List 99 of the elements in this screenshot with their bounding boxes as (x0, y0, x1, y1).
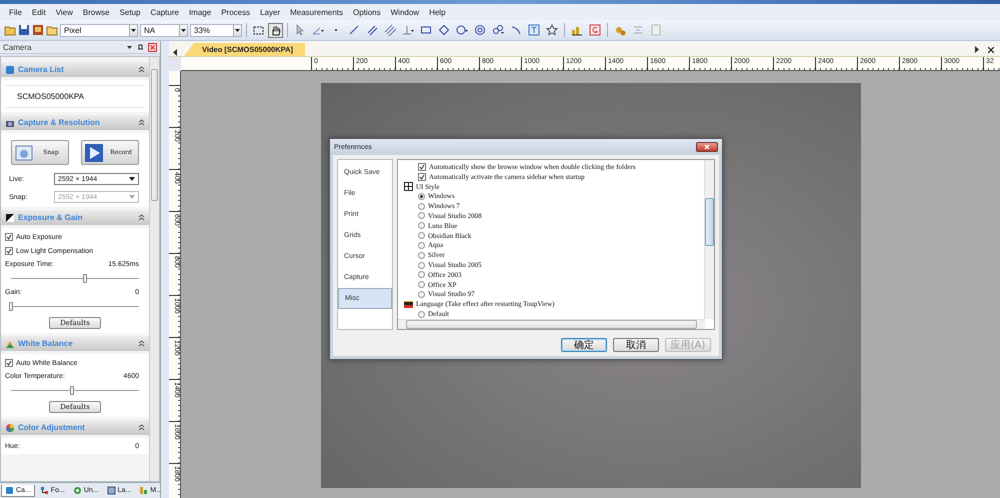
layers-icon (106, 486, 116, 495)
radio-button[interactable] (418, 271, 425, 278)
chart-icon[interactable] (571, 24, 583, 36)
panel-title: Camera (3, 42, 32, 52)
mountain-icon (5, 338, 15, 348)
perpendicular-icon[interactable] (402, 24, 414, 36)
slider[interactable] (11, 386, 139, 395)
radio-button[interactable] (418, 290, 425, 298)
g-icon[interactable] (589, 24, 601, 36)
star-icon[interactable] (546, 24, 558, 36)
line-icon[interactable] (348, 24, 360, 36)
check-icon (6, 234, 12, 240)
circle-icon[interactable] (456, 24, 468, 36)
radio-button[interactable] (418, 202, 425, 210)
radio-button[interactable] (418, 192, 425, 200)
tool-button[interactable] (268, 22, 283, 38)
slider-thumb[interactable] (70, 386, 74, 395)
slider[interactable] (11, 302, 139, 311)
grid-icon (404, 182, 413, 192)
slider[interactable] (11, 274, 139, 283)
polygon-icon[interactable] (438, 24, 450, 36)
concentric-circles-icon[interactable] (474, 24, 486, 36)
menu-item[interactable]: View (50, 8, 78, 16)
caret-icon (235, 28, 240, 32)
collapse-icon[interactable] (138, 214, 145, 221)
dialog-button[interactable]: 取消 (613, 338, 659, 352)
caret-icon (129, 177, 135, 181)
collapse-icon[interactable] (138, 119, 145, 126)
rectangle-icon[interactable] (420, 24, 432, 36)
menu-item[interactable]: Measurements (285, 8, 348, 16)
radio-button[interactable] (418, 222, 425, 230)
menu-item[interactable]: Help (424, 8, 451, 16)
unit-dropdown[interactable]: Pixel (60, 24, 138, 36)
close-icon[interactable] (988, 46, 994, 52)
camera-icon (5, 486, 14, 494)
radio-button[interactable] (418, 281, 425, 288)
checkbox[interactable] (418, 172, 426, 181)
open-folder-icon[interactable] (4, 24, 16, 36)
close-icon (704, 144, 710, 150)
menu-item[interactable]: Setup (114, 8, 146, 16)
zoom-dropdown[interactable]: 33% (190, 24, 242, 36)
slider-thumb[interactable] (83, 274, 88, 283)
camera-icon (15, 144, 33, 162)
caret-icon (181, 28, 186, 32)
exposure-icon (5, 212, 15, 222)
radio-button[interactable] (418, 252, 425, 259)
menu-item[interactable]: Process (216, 8, 256, 16)
scroll-left-icon[interactable] (173, 49, 178, 56)
horizontal-scrollbar[interactable] (398, 319, 705, 329)
caret-icon (131, 28, 136, 32)
collapse-icon[interactable] (138, 340, 145, 347)
measure-icon (139, 486, 148, 495)
menu-item[interactable]: Image (184, 8, 216, 16)
vertical-scrollbar[interactable] (704, 160, 714, 319)
close-button[interactable] (696, 142, 718, 152)
save-icon[interactable] (18, 24, 30, 36)
color-wheel-icon (5, 422, 15, 432)
collapse-icon[interactable] (138, 424, 145, 431)
check-icon (6, 248, 12, 254)
scale-dropdown[interactable]: NA (140, 24, 188, 36)
scrollbar[interactable] (149, 57, 159, 481)
pointer-icon[interactable] (294, 24, 306, 36)
menu-item[interactable]: Options (348, 8, 386, 16)
menu-item[interactable]: File (4, 8, 27, 16)
menu-item[interactable]: Layer (255, 8, 286, 16)
folder-icon[interactable] (46, 24, 58, 36)
hand-icon (270, 24, 281, 36)
checkbox[interactable] (5, 233, 13, 241)
tree-icon (40, 486, 49, 495)
checkbox[interactable] (5, 359, 13, 367)
triple-lines-icon[interactable] (384, 24, 396, 36)
dialog-button[interactable]: 确定 (561, 338, 607, 352)
radio-button[interactable] (418, 242, 425, 249)
radio-button[interactable] (418, 212, 425, 220)
arc-icon[interactable] (510, 24, 522, 36)
checkbox[interactable] (418, 162, 426, 171)
rectangle-select-icon (253, 24, 264, 36)
checkbox[interactable] (5, 247, 13, 255)
collapse-icon[interactable] (138, 66, 145, 73)
menu-item[interactable]: Edit (26, 8, 51, 16)
flag-icon (404, 300, 413, 309)
play-icon (85, 144, 103, 162)
radio-button[interactable] (418, 262, 425, 269)
radio-button[interactable] (418, 310, 425, 318)
check-icon (6, 360, 12, 366)
parallel-lines-icon[interactable] (366, 24, 378, 36)
menu-item[interactable]: Window (386, 8, 424, 16)
pin-icon[interactable] (137, 44, 144, 50)
text-icon[interactable] (528, 24, 540, 36)
menu-item[interactable]: Capture (145, 8, 184, 16)
scroll-right-icon[interactable] (975, 46, 980, 53)
dropdown-icon[interactable] (126, 44, 133, 50)
radio-button[interactable] (418, 232, 425, 240)
camera-list-icon (5, 64, 15, 74)
linked-circles-icon[interactable] (492, 24, 504, 36)
slider-thumb[interactable] (9, 302, 13, 311)
caret-icon (129, 195, 135, 199)
menu-item[interactable]: Browse (78, 8, 115, 16)
circle-icon (72, 486, 82, 495)
